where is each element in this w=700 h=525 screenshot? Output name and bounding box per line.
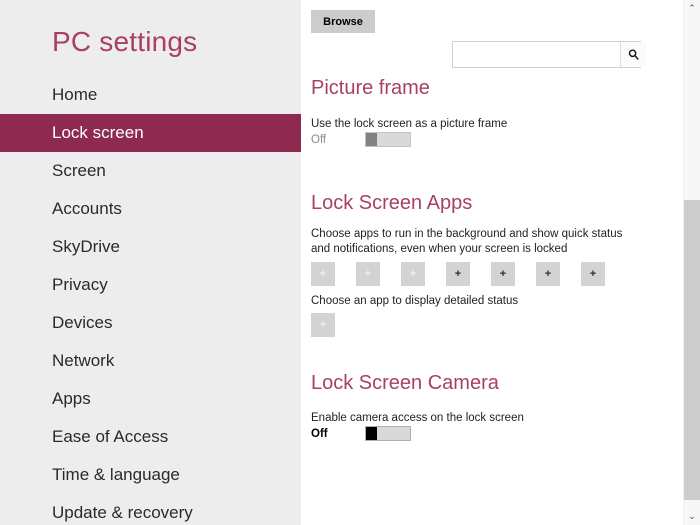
toggle-thumb bbox=[366, 133, 377, 146]
plus-icon: + bbox=[319, 319, 327, 331]
picture-frame-toggle[interactable] bbox=[365, 132, 411, 147]
sidebar-item-label: Screen bbox=[52, 161, 106, 180]
sidebar-nav-list: Home Lock screen Screen Accounts SkyDriv… bbox=[0, 76, 301, 525]
picture-frame-heading: Picture frame bbox=[311, 77, 430, 99]
sidebar-item-label: SkyDrive bbox=[52, 237, 121, 256]
sidebar-item-ease-of-access[interactable]: Ease of Access bbox=[0, 418, 301, 456]
chevron-up-glyph: ⌃ bbox=[688, 3, 696, 13]
plus-icon: + bbox=[589, 267, 597, 280]
sidebar-item-label: Devices bbox=[52, 313, 113, 332]
sidebar-item-privacy[interactable]: Privacy bbox=[0, 266, 301, 304]
plus-icon: + bbox=[454, 267, 462, 280]
scroll-up-icon[interactable]: ⌃ bbox=[684, 0, 700, 17]
lock-screen-camera-toggle-state: Off bbox=[311, 427, 328, 440]
sidebar-item-screen[interactable]: Screen bbox=[0, 152, 301, 190]
detailed-status-tile[interactable]: + bbox=[311, 313, 335, 337]
sidebar-item-label: Time & language bbox=[52, 465, 180, 484]
sidebar-item-label: Accounts bbox=[52, 199, 122, 218]
plus-icon: + bbox=[544, 267, 552, 280]
sidebar-item-time-and-language[interactable]: Time & language bbox=[0, 456, 301, 494]
toggle-thumb bbox=[366, 427, 377, 440]
search-button[interactable] bbox=[620, 42, 646, 67]
sidebar-item-label: Network bbox=[52, 351, 115, 370]
lock-screen-camera-toggle[interactable] bbox=[365, 426, 411, 441]
sidebar-item-devices[interactable]: Devices bbox=[0, 304, 301, 342]
sidebar-item-update-and-recovery[interactable]: Update & recovery bbox=[0, 494, 301, 525]
lock-screen-apps-description: Choose apps to run in the background and… bbox=[311, 228, 623, 255]
picture-frame-toggle-row: Off bbox=[311, 132, 411, 147]
scroll-down-icon[interactable]: ⌄ bbox=[684, 508, 700, 525]
page-title: PC settings bbox=[52, 26, 198, 57]
lock-screen-apps-heading: Lock Screen Apps bbox=[311, 192, 473, 214]
lock-screen-camera-toggle-row: Off bbox=[311, 426, 411, 441]
sidebar-item-lock-screen[interactable]: Lock screen bbox=[0, 114, 301, 152]
detailed-status-label: Choose an app to display detailed status bbox=[311, 295, 519, 307]
sidebar: PC settings Home Lock screen Screen Acco… bbox=[0, 0, 301, 525]
scrollbar-thumb[interactable] bbox=[684, 200, 700, 500]
sidebar-item-home[interactable]: Home bbox=[0, 76, 301, 114]
sidebar-item-label: Home bbox=[52, 85, 98, 104]
settings-content-pane: Browse Picture frame Use the lock screen… bbox=[301, 0, 700, 525]
sidebar-item-label: Privacy bbox=[52, 275, 108, 294]
toggle-track bbox=[377, 133, 410, 146]
search-icon bbox=[628, 49, 639, 60]
sidebar-item-label: Apps bbox=[52, 389, 91, 408]
app-tile[interactable]: + bbox=[491, 262, 515, 286]
app-tile[interactable]: + bbox=[356, 262, 380, 286]
search-box[interactable] bbox=[452, 41, 646, 68]
plus-icon: + bbox=[499, 267, 507, 280]
browse-button[interactable]: Browse bbox=[311, 10, 375, 33]
chevron-down-glyph: ⌄ bbox=[688, 511, 696, 521]
plus-icon: + bbox=[319, 267, 327, 280]
search-input[interactable] bbox=[453, 42, 620, 67]
content-inner: Browse Picture frame Use the lock screen… bbox=[301, 0, 700, 525]
plus-icon: + bbox=[409, 267, 417, 280]
picture-frame-description: Use the lock screen as a picture frame bbox=[311, 118, 508, 130]
scrollbar-track[interactable] bbox=[684, 17, 700, 508]
sidebar-item-label: Ease of Access bbox=[52, 427, 169, 446]
pc-settings-window: PC settings Home Lock screen Screen Acco… bbox=[0, 0, 700, 525]
plus-icon: + bbox=[364, 267, 372, 280]
app-tile[interactable]: + bbox=[536, 262, 560, 286]
sidebar-item-network[interactable]: Network bbox=[0, 342, 301, 380]
toggle-track bbox=[377, 427, 410, 440]
sidebar-item-label: Update & recovery bbox=[52, 503, 193, 522]
vertical-scrollbar[interactable]: ⌃ ⌄ bbox=[683, 0, 700, 525]
sidebar-item-apps[interactable]: Apps bbox=[0, 380, 301, 418]
app-tile[interactable]: + bbox=[446, 262, 470, 286]
sidebar-item-skydrive[interactable]: SkyDrive bbox=[0, 228, 301, 266]
picture-frame-toggle-state: Off bbox=[311, 133, 327, 146]
app-tile[interactable]: + bbox=[311, 262, 335, 286]
lock-screen-camera-description: Enable camera access on the lock screen bbox=[311, 412, 524, 424]
app-tile[interactable]: + bbox=[581, 262, 605, 286]
app-tile[interactable]: + bbox=[401, 262, 425, 286]
lock-screen-camera-heading: Lock Screen Camera bbox=[311, 372, 499, 394]
lock-screen-app-tiles: + + + + + + + bbox=[311, 262, 605, 286]
sidebar-item-accounts[interactable]: Accounts bbox=[0, 190, 301, 228]
sidebar-item-label: Lock screen bbox=[52, 123, 144, 142]
